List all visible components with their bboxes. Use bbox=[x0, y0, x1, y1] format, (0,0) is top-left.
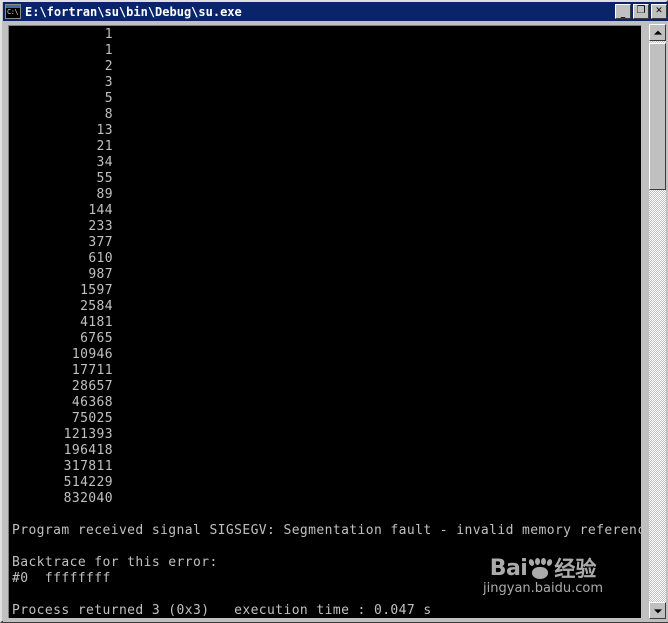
console-number-line: 89 bbox=[96, 187, 113, 202]
console-number-line: 2 bbox=[104, 59, 113, 74]
backtrace-frame-0: #0 ffffffff bbox=[12, 571, 111, 586]
window-client-area: 1 1 2 3 5 8 13 21 34 55 89 144 233 377 610 987 1597 2584 4… bbox=[3, 21, 668, 622]
console-number-line: 3 bbox=[104, 75, 113, 90]
fibonacci-output-list: 1 1 2 3 5 8 13 21 34 55 89 144 233 377 610 987 1597 2584 4… bbox=[12, 27, 641, 507]
console-number-line: 17711 bbox=[71, 363, 113, 378]
process-returned-line: Process returned 3 (0x3) execution time … bbox=[12, 603, 432, 618]
console-number-line: 2584 bbox=[80, 299, 113, 314]
console-window: C:\ E:\fortran\su\bin\Debug\su.exe _ ❐ ✕… bbox=[0, 0, 668, 623]
console-number-line: 6765 bbox=[80, 331, 113, 346]
console-number-line: 8 bbox=[104, 107, 113, 122]
minimize-button[interactable]: _ bbox=[615, 4, 631, 19]
console-icon[interactable]: C:\ bbox=[5, 4, 21, 19]
console-number-line: 377 bbox=[88, 235, 113, 250]
console-number-line: 46368 bbox=[71, 395, 113, 410]
window-controls: _ ❐ ✕ bbox=[615, 4, 667, 19]
console-text-buffer: 1 1 2 3 5 8 13 21 34 55 89 144 233 377 610 987 1597 2584 4… bbox=[9, 26, 641, 618]
console-number-line: 75025 bbox=[71, 411, 113, 426]
close-button[interactable]: ✕ bbox=[651, 4, 667, 19]
console-number-line: 196418 bbox=[63, 443, 113, 458]
backtrace-header: Backtrace for this error: bbox=[12, 555, 218, 570]
scrollbar-thumb[interactable] bbox=[649, 43, 666, 190]
minimize-icon: _ bbox=[620, 9, 626, 19]
close-icon: ✕ bbox=[655, 6, 663, 16]
console-number-line: 13 bbox=[96, 123, 113, 138]
scroll-up-button[interactable] bbox=[649, 24, 666, 41]
console-number-line: 987 bbox=[88, 267, 113, 282]
console-number-line: 55 bbox=[96, 171, 113, 186]
console-number-line: 1 bbox=[104, 27, 113, 42]
console-number-line: 610 bbox=[88, 251, 113, 266]
scroll-down-arrow-icon bbox=[653, 608, 662, 613]
console-number-line: 832040 bbox=[63, 491, 113, 506]
console-number-line: 1597 bbox=[80, 283, 113, 298]
maximize-icon: ❐ bbox=[636, 5, 646, 16]
scroll-down-button[interactable] bbox=[649, 602, 666, 619]
sigsegv-message: Program received signal SIGSEGV: Segment… bbox=[12, 523, 641, 538]
console-number-line: 121393 bbox=[63, 427, 113, 442]
maximize-button[interactable]: ❐ bbox=[633, 4, 649, 19]
console-number-line: 34 bbox=[96, 155, 113, 170]
console-number-line: 317811 bbox=[63, 459, 113, 474]
console-number-line: 514229 bbox=[63, 475, 113, 490]
console-output-area[interactable]: 1 1 2 3 5 8 13 21 34 55 89 144 233 377 610 987 1597 2584 4… bbox=[8, 25, 641, 618]
console-number-line: 5 bbox=[104, 91, 113, 106]
console-icon-label: C:\ bbox=[7, 8, 19, 16]
console-number-line: 4181 bbox=[80, 315, 113, 330]
vertical-scrollbar[interactable] bbox=[649, 24, 666, 619]
titlebar[interactable]: C:\ E:\fortran\su\bin\Debug\su.exe _ ❐ ✕ bbox=[3, 2, 668, 21]
console-number-line: 21 bbox=[96, 139, 113, 154]
console-number-line: 233 bbox=[88, 219, 113, 234]
window-title: E:\fortran\su\bin\Debug\su.exe bbox=[25, 4, 242, 19]
console-number-line: 28657 bbox=[71, 379, 113, 394]
console-number-line: 10946 bbox=[71, 347, 113, 362]
scroll-up-arrow-icon bbox=[653, 30, 662, 35]
console-number-line: 1 bbox=[104, 43, 113, 58]
console-number-line: 144 bbox=[88, 203, 113, 218]
